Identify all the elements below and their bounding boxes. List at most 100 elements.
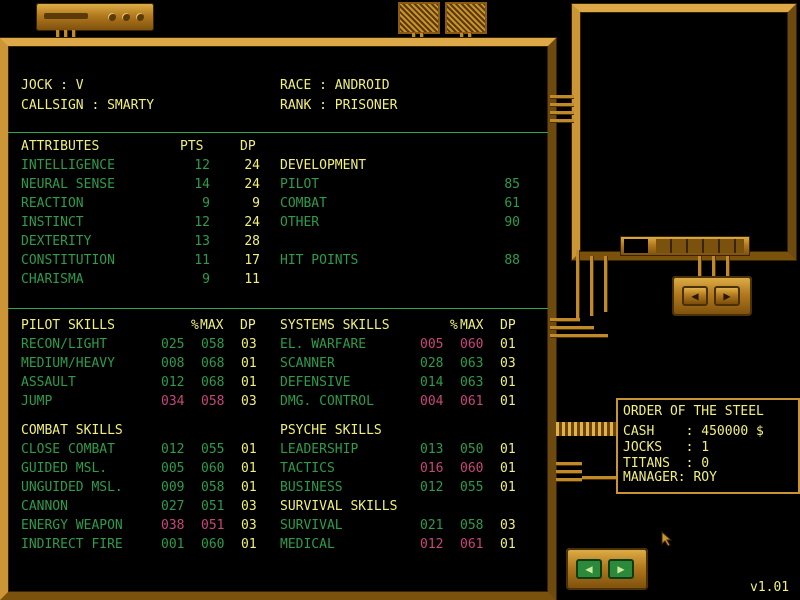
skill-percent: 012 [161,442,185,457]
divider [8,308,548,309]
pilot-max-header: MAX [200,318,224,333]
stats-panel: JOCK : V CALLSIGN : SMARTY RACE : ANDROI… [0,38,556,600]
attribute-pts: 9 [202,196,210,211]
skill-percent: 012 [161,375,185,390]
skill-max: 068 [201,375,225,390]
attribute-dp: 24 [244,215,260,230]
skill-dp: 03 [500,356,516,371]
pipe [556,478,582,481]
callsign: CALLSIGN : SMARTY [21,98,155,113]
skill-percent: 028 [420,356,444,371]
systems-max-header: MAX [460,318,484,333]
monitor-next-button[interactable]: ▶ [714,286,740,306]
attributes-title: ATTRIBUTES [21,139,100,154]
skill-dp: 03 [241,394,257,409]
attribute-dp: 24 [244,158,260,173]
skill-name: DMG. CONTROL [280,394,374,409]
skill-name: LEADERSHIP [280,442,359,457]
skill-max: 058 [460,518,484,533]
pipe [550,111,574,114]
skill-percent: 012 [420,480,444,495]
pipe [550,334,608,337]
monitor-slot [624,239,648,253]
top-device-light [122,13,130,21]
skill-dp: 01 [241,375,257,390]
pipe [550,103,574,106]
skill-name: SCANNER [280,356,335,371]
pipe [550,326,594,329]
race: RACE : ANDROID [280,78,390,93]
development-name: PILOT [280,177,320,192]
skill-percent: 005 [420,337,444,352]
pipe [556,462,582,465]
attribute-pts: 13 [194,234,210,249]
skill-percent: 013 [420,442,444,457]
skill-dp: 01 [241,442,257,457]
attribute-name: REACTION [21,196,84,211]
skill-dp: 03 [500,518,516,533]
skill-name: ASSAULT [21,375,76,390]
skill-name: CANNON [21,499,68,514]
skill-max: 058 [201,337,225,352]
skill-max: 060 [201,537,225,552]
left-arrow-icon: ◀ [585,562,593,576]
team-info-panel: ORDER OF THE STEEL CASH : 450000 $ JOCKS… [616,398,800,494]
attribute-pts: 11 [194,253,210,268]
skill-percent: 016 [420,461,444,476]
development-value: 85 [504,177,520,192]
attribute-dp: 17 [244,253,260,268]
back-button[interactable]: ◀ [576,559,602,579]
top-device-light [136,13,144,21]
rank: RANK : PRISONER [280,98,398,113]
skill-name: ENERGY WEAPON [21,518,123,533]
top-device-slot [44,13,88,19]
pipe [712,256,715,276]
skill-name: RECON/LIGHT [21,337,108,352]
skill-name: BUSINESS [280,480,343,495]
pilot-skills-title: PILOT SKILLS [21,318,115,333]
attribute-pts: 12 [194,215,210,230]
pipe [576,250,579,318]
skill-percent: 034 [161,394,185,409]
systems-skills-title: SYSTEMS SKILLS [280,318,390,333]
pipe [550,95,574,98]
skill-name: SURVIVAL [280,518,343,533]
pilot-pct-header: % [191,318,199,333]
skill-max: 068 [201,356,225,371]
cable-connector [556,422,616,436]
skill-dp: 03 [241,337,257,352]
skill-dp: 03 [241,499,257,514]
speaker-grill [445,2,487,34]
portrait-monitor [572,4,796,260]
attribute-pts: 14 [194,177,210,192]
pipe [556,470,582,473]
team-cash: CASH : 450000 $ [623,424,764,439]
skill-percent: 012 [420,537,444,552]
skill-dp: 01 [500,537,516,552]
skill-dp: 01 [241,356,257,371]
hit-points-label: HIT POINTS [280,253,359,268]
attribute-dp: 9 [252,196,260,211]
attribute-dp: 28 [244,234,260,249]
skill-dp: 01 [241,461,257,476]
development-name: COMBAT [280,196,327,211]
pilot-dp-header: DP [240,318,256,333]
skill-max: 061 [460,394,484,409]
skill-percent: 008 [161,356,185,371]
skill-max: 058 [201,394,225,409]
monitor-prev-button[interactable]: ◀ [682,286,708,306]
main-nav: ◀ ▶ [566,548,648,590]
skill-max: 061 [460,537,484,552]
forward-button[interactable]: ▶ [608,559,634,579]
skill-dp: 01 [500,394,516,409]
monitor-keys [656,239,744,253]
skill-dp: 01 [241,537,257,552]
skill-dp: 01 [500,375,516,390]
skill-name: EL. WARFARE [280,337,367,352]
attribute-name: CHARISMA [21,272,84,287]
combat-skills-title: COMBAT SKILLS [21,423,123,438]
skill-max: 055 [201,442,225,457]
pipe [550,119,574,122]
attribute-dp: 24 [244,177,260,192]
development-title: DEVELOPMENT [280,158,367,173]
